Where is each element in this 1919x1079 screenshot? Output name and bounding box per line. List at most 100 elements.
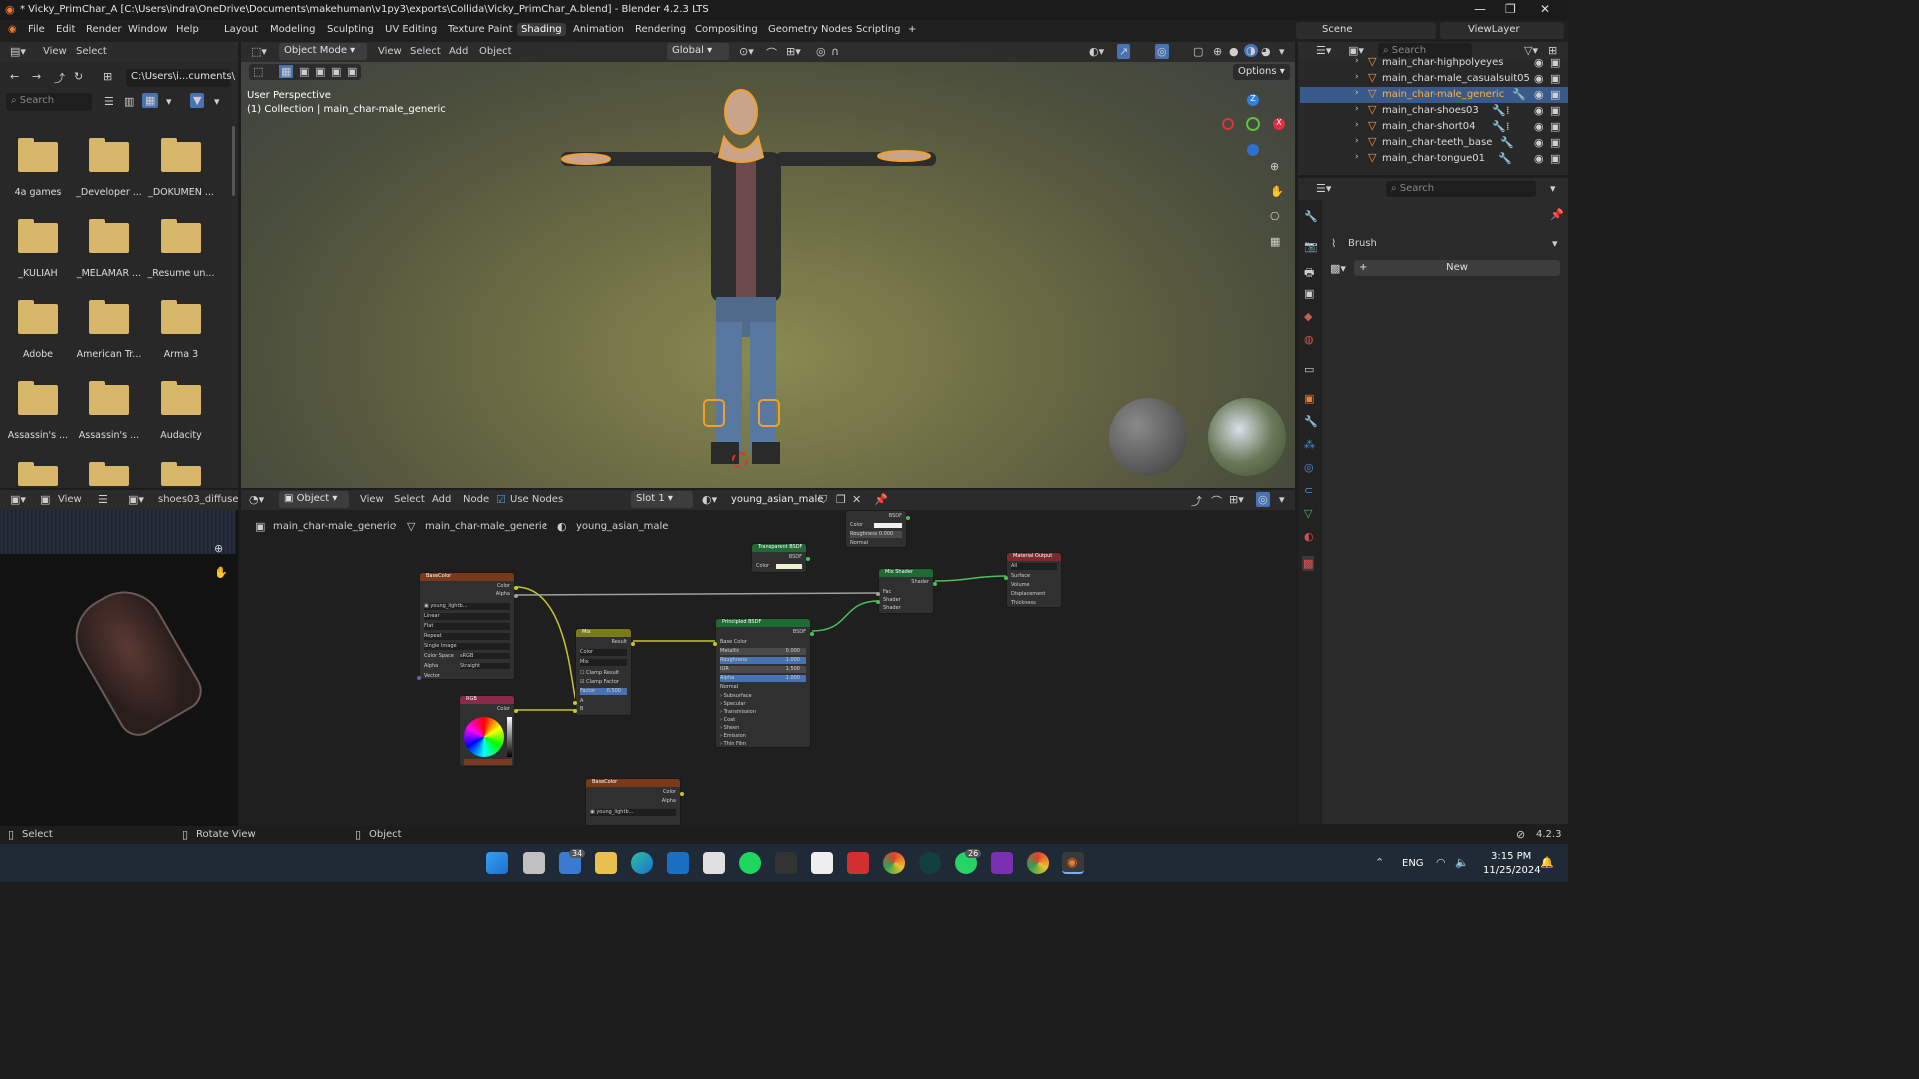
menu-add[interactable]: Add xyxy=(449,46,468,57)
source-select[interactable]: Single Image xyxy=(424,643,510,650)
principled-bsdf-node[interactable]: Principled BSDF BSDF Base Color Metallic… xyxy=(713,618,814,748)
panel-emission[interactable]: › Emission xyxy=(720,733,806,740)
shading-dropdown-icon[interactable]: ▾ xyxy=(1279,45,1285,58)
expand-icon[interactable]: › xyxy=(1355,72,1359,82)
camera-icon[interactable]: ▣ xyxy=(1550,88,1560,101)
modifier-icon[interactable]: 🔧 xyxy=(1492,104,1506,117)
ortho-grid-icon[interactable]: ▦ xyxy=(1270,235,1280,248)
modifier-icon[interactable]: 🔧 xyxy=(1500,136,1514,149)
expand-icon[interactable]: › xyxy=(1355,136,1359,146)
outliner-item[interactable]: › ▽ main_char-tongue01 🔧 ◉ ▣ xyxy=(1300,151,1568,167)
expand-icon[interactable]: › xyxy=(1355,152,1359,162)
neg-x-axis-icon[interactable] xyxy=(1222,118,1234,130)
socket-bsdf-out[interactable] xyxy=(810,632,814,636)
image-selector[interactable]: ▣ young_lightb... xyxy=(424,603,510,610)
file-explorer-icon[interactable] xyxy=(595,852,617,874)
add-workspace-icon[interactable]: + xyxy=(908,24,916,35)
solid-shading-icon[interactable]: ● xyxy=(1229,45,1239,58)
viewport-3d[interactable]: ⬚▾ Object Mode ▾ View Select Add Object … xyxy=(241,42,1295,488)
color-row[interactable]: Color xyxy=(756,563,802,570)
socket-fac-in[interactable] xyxy=(876,592,880,596)
notepad-icon[interactable] xyxy=(811,852,833,874)
folder-icon[interactable] xyxy=(161,462,201,486)
neg-z-axis-icon[interactable] xyxy=(1247,144,1259,156)
folder-name[interactable]: Adobe xyxy=(2,349,74,360)
roughness-field[interactable]: Roughness 0.000 xyxy=(850,531,902,538)
zoom-icon[interactable]: ⊕ xyxy=(214,542,223,555)
physics-tab-icon[interactable]: ◎ xyxy=(1304,461,1314,474)
menu-select[interactable]: Select xyxy=(76,46,107,57)
particles-tab-icon[interactable]: ⁂ xyxy=(1304,438,1315,451)
back-icon[interactable]: ← xyxy=(10,70,19,83)
mode-difference-icon[interactable]: ▣ xyxy=(331,65,341,78)
folder-icon[interactable] xyxy=(161,138,201,172)
mode-subtract-icon[interactable]: ▣ xyxy=(315,65,325,78)
material-output-node[interactable]: Material Output All Surface Volume Displ… xyxy=(1004,552,1062,608)
mix-node[interactable]: Mix Result Color Mix ☐ Clamp Result ☑ Cl… xyxy=(573,628,635,716)
eye-icon[interactable]: ◉ xyxy=(1534,104,1544,117)
folder-icon[interactable] xyxy=(89,300,129,334)
eye-icon[interactable]: ◉ xyxy=(1534,136,1544,149)
outliner-item-selected[interactable]: › ▽ main_char-male_generic 🔧 ◉ ▣ xyxy=(1300,87,1568,103)
folder-icon[interactable] xyxy=(161,300,201,334)
factor-field[interactable]: Factor 0.500 xyxy=(580,688,627,695)
tab-layout[interactable]: Layout xyxy=(224,24,258,35)
folder-name[interactable]: 4a games xyxy=(2,187,74,198)
tab-scripting[interactable]: Scripting xyxy=(856,24,900,35)
node-editor-panel[interactable]: ◔▾ ▣ Object ▾ View Select Add Node ☑ Use… xyxy=(241,490,1295,826)
image-browse-icon[interactable]: ▣▾ xyxy=(128,493,144,506)
folder-name[interactable]: _DOKUMEN ... xyxy=(145,187,217,198)
properties-search[interactable]: ⌕ Search xyxy=(1386,181,1536,197)
socket-alpha-out[interactable] xyxy=(514,594,518,598)
folder-icon[interactable] xyxy=(18,381,58,415)
target-select[interactable]: All xyxy=(1011,563,1057,570)
camera-icon[interactable]: ▣ xyxy=(1550,72,1560,85)
character-model[interactable] xyxy=(541,82,941,482)
new-texture-button[interactable]: + New xyxy=(1354,260,1560,276)
pan-hand-icon[interactable]: ✋ xyxy=(1270,185,1284,198)
view-layer-tab-icon[interactable]: ▣ xyxy=(1304,287,1314,300)
scrollbar[interactable] xyxy=(232,126,235,196)
blender-taskbar-icon[interactable]: ◉ xyxy=(1062,852,1084,874)
outliner-item[interactable]: › ▽ main_char-highpolyeyes ◉ ▣ xyxy=(1300,55,1568,71)
forward-icon[interactable]: → xyxy=(32,70,41,83)
mode-selector[interactable]: Object Mode ▾ xyxy=(279,43,367,60)
projection-select[interactable]: Flat xyxy=(424,623,510,630)
chrome-icon[interactable] xyxy=(883,852,905,874)
socket-a-in[interactable] xyxy=(573,701,577,705)
camera-icon[interactable]: ▣ xyxy=(1550,56,1560,69)
clamp-result-checkbox[interactable]: ☐ Clamp Result xyxy=(580,670,627,677)
socket-shader1-in[interactable] xyxy=(876,600,880,604)
gizmo-icon[interactable]: ↗ xyxy=(1117,44,1131,59)
options-button[interactable]: Options ▾ xyxy=(1233,64,1290,80)
clock-date[interactable]: 11/25/2024 xyxy=(1483,865,1541,876)
color-wheel[interactable] xyxy=(464,717,504,757)
maximize-icon[interactable]: ❐ xyxy=(1505,2,1516,16)
color-swatch[interactable] xyxy=(874,523,902,528)
menu-help[interactable]: Help xyxy=(176,24,199,35)
select-box-icon[interactable]: ⬚ xyxy=(253,65,263,78)
visibility-icon[interactable]: ◐▾ xyxy=(1089,45,1104,58)
parent-folder-icon[interactable]: ⤴ xyxy=(54,70,65,86)
eye-icon[interactable]: ◉ xyxy=(1534,120,1544,133)
path-field[interactable]: C:\Users\i...cuments\ xyxy=(126,69,235,87)
y-axis-icon[interactable] xyxy=(1246,117,1260,131)
tab-sculpting[interactable]: Sculpting xyxy=(327,24,374,35)
socket-vector-in[interactable] xyxy=(417,676,421,680)
eye-icon[interactable]: ◉ xyxy=(1534,152,1544,165)
folder-icon[interactable] xyxy=(18,138,58,172)
tray-chevron-icon[interactable]: ⌃ xyxy=(1375,856,1384,869)
tab-animation[interactable]: Animation xyxy=(573,24,624,35)
folder-icon[interactable] xyxy=(89,381,129,415)
blend-mode-select[interactable]: Mix xyxy=(580,659,627,666)
vertex-group-icon[interactable]: ⁞ xyxy=(1506,104,1510,117)
blender-menu-icon[interactable]: ◉ xyxy=(8,24,17,35)
output-tab-icon[interactable]: 🖶 xyxy=(1304,264,1314,283)
color-swatch[interactable] xyxy=(464,759,512,765)
socket-color-out[interactable] xyxy=(514,709,518,713)
menu-select[interactable]: Select xyxy=(410,46,441,57)
data-tab-icon[interactable]: ▽ xyxy=(1304,507,1312,520)
snap-increment-icon[interactable]: ⊞▾ xyxy=(786,45,801,58)
menu-window[interactable]: Window xyxy=(128,24,167,35)
roughness-field[interactable]: Roughness 1.000 xyxy=(720,657,806,664)
